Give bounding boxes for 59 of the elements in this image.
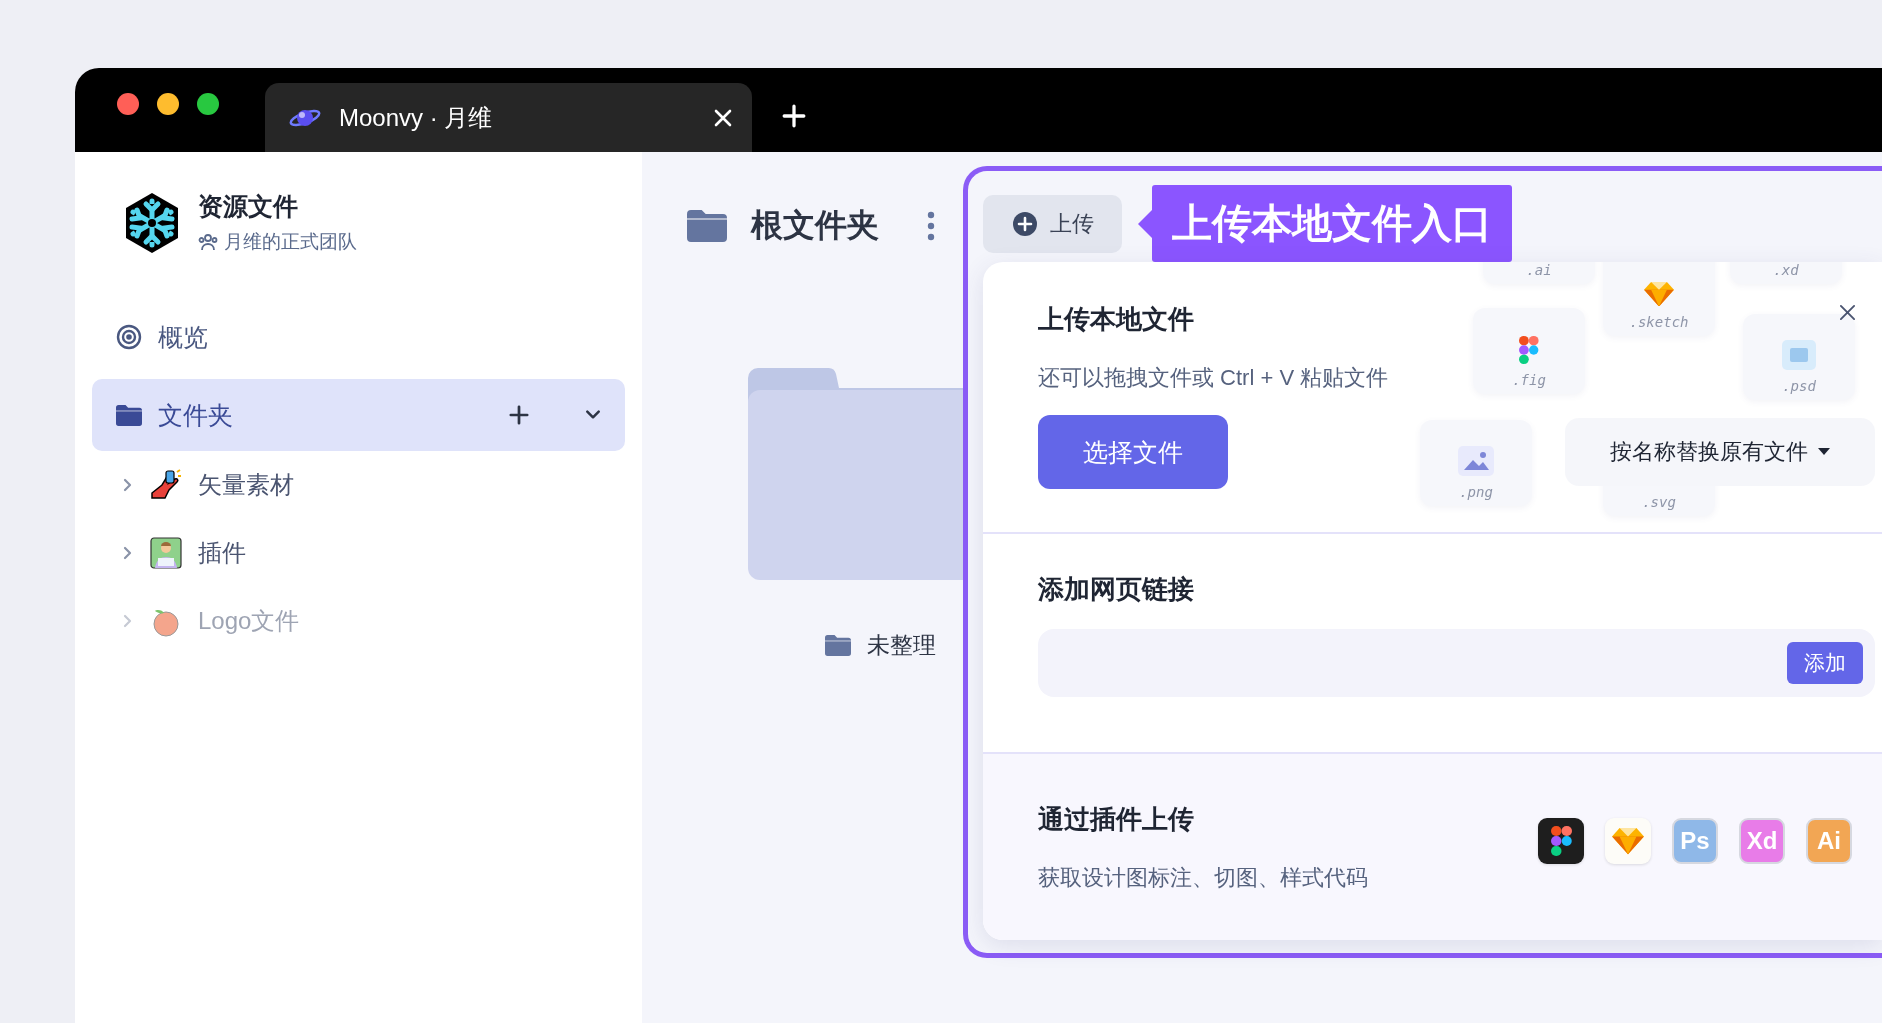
more-icon[interactable] — [927, 211, 935, 241]
minimize-window-button[interactable] — [157, 93, 179, 115]
folder-name: Logo文件 — [198, 606, 300, 636]
section-title: 通过插件上传 — [1038, 802, 1194, 836]
caret-down-icon — [1818, 448, 1830, 456]
section-hint: 还可以拖拽文件或 Ctrl + V 粘贴文件 — [1038, 364, 1389, 392]
folder-name[interactable]: 未整理 — [867, 630, 936, 661]
plus-circle-icon — [1011, 210, 1038, 237]
team-icon — [198, 232, 218, 252]
file-extension: .fig — [1512, 372, 1546, 388]
add-button[interactable]: 添加 — [1787, 642, 1863, 684]
callout-arrow — [1138, 209, 1152, 238]
zoom-window-button[interactable] — [197, 93, 219, 115]
callout-label: 上传本地文件入口 — [1152, 185, 1512, 262]
image-icon — [1458, 446, 1494, 476]
sidebar-item[interactable]: 文件夹 — [92, 379, 625, 451]
team-name[interactable]: 月维的正式团队 — [198, 229, 357, 255]
file-extension: .ai — [1526, 262, 1552, 278]
sidebar-item[interactable]: 概览 — [92, 307, 625, 367]
folder-icon — [825, 635, 851, 656]
hand-icon — [150, 469, 182, 501]
file-extension: .psd — [1782, 378, 1816, 394]
figma-icon — [1519, 336, 1539, 364]
figma-icon — [1550, 826, 1572, 856]
tab-title: Moonvy · 月维 — [339, 102, 494, 133]
close-window-button[interactable] — [117, 93, 139, 115]
replace-mode-dropdown[interactable]: 按名称替换原有文件 — [1565, 418, 1875, 486]
sidebar-label: 文件夹 — [158, 399, 234, 431]
file-extension: .png — [1459, 484, 1493, 500]
person-icon — [150, 537, 182, 569]
section-title: 添加网页链接 — [1038, 573, 1194, 606]
choose-file-button[interactable]: 选择文件 — [1038, 415, 1228, 489]
folder-thumbnail[interactable] — [748, 368, 963, 580]
folder-name: 矢量素材 — [198, 470, 294, 500]
browser-tab[interactable]: Moonvy · 月维 — [265, 83, 752, 152]
file-extension: .sketch — [1629, 314, 1689, 330]
new-tab-icon[interactable] — [782, 104, 806, 128]
sidebar-label: 概览 — [158, 321, 209, 353]
folder-tree-item[interactable]: 插件 — [92, 519, 625, 587]
diamond-icon — [1644, 280, 1674, 306]
folder-tree-item[interactable]: 矢量素材 — [92, 451, 625, 519]
folder-icon — [687, 210, 727, 242]
sketch-logo[interactable] — [1605, 818, 1651, 864]
figma-logo[interactable] — [1538, 818, 1584, 864]
folder-icon — [116, 404, 142, 426]
workspace-title: 资源文件 — [198, 191, 299, 222]
close-icon[interactable] — [1839, 304, 1856, 321]
add-icon[interactable] — [509, 405, 529, 425]
section-title: 上传本地文件 — [1038, 303, 1194, 336]
section-hint: 获取设计图标注、切图、样式代码 — [1038, 863, 1368, 892]
file-extension: .xd — [1773, 262, 1799, 278]
app-icon — [1782, 340, 1816, 370]
link-field[interactable]: 添加 — [1038, 629, 1875, 697]
file-extension: .svg — [1642, 494, 1676, 510]
diamond-icon — [1612, 827, 1644, 855]
upload-button[interactable]: 上传 — [983, 194, 1122, 253]
folder-title: 根文件夹 — [751, 206, 879, 245]
target-icon — [116, 324, 142, 350]
folder-name: 插件 — [198, 538, 246, 568]
